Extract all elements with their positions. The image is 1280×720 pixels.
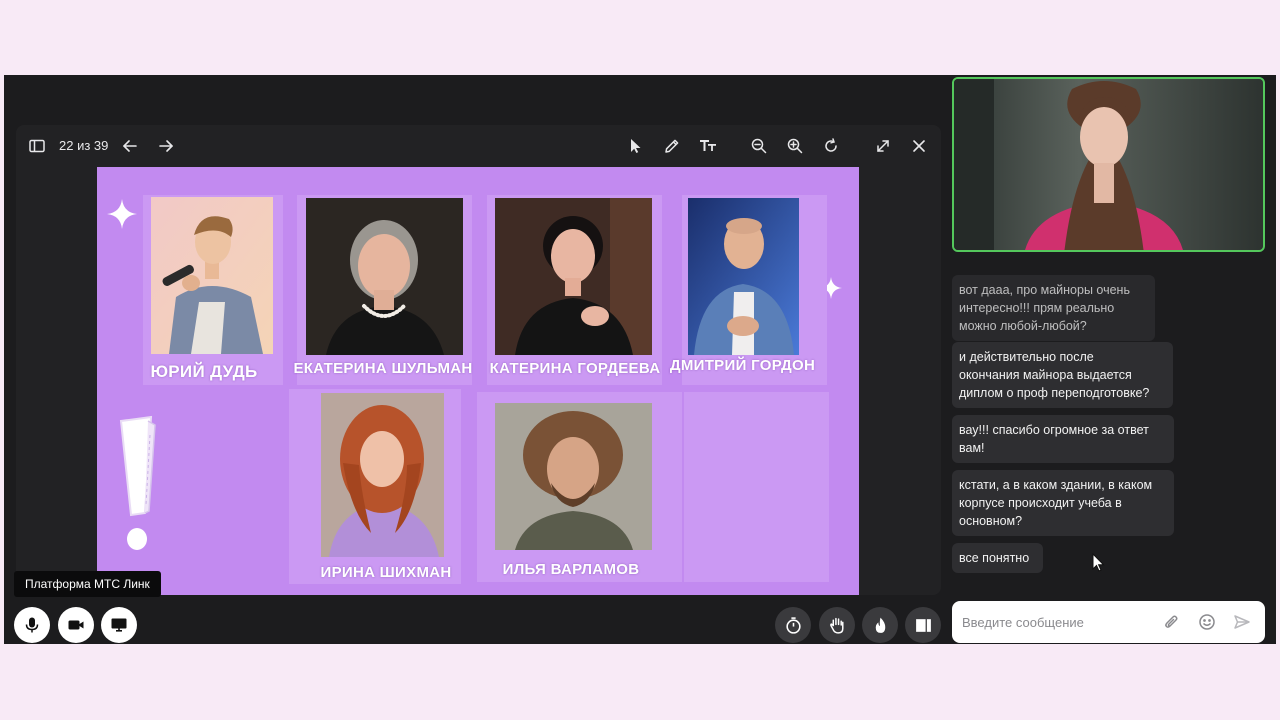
person-name: ЕКАТЕРИНА ШУЛЬМАН [293, 360, 473, 377]
pencil-tool-button[interactable] [660, 135, 684, 157]
chat-message: и действительно после окончания майнора … [952, 342, 1173, 408]
pointer-tool-button[interactable] [623, 135, 647, 157]
previous-slide-button[interactable] [118, 135, 142, 157]
person-photo [495, 403, 652, 550]
person-name: ЮРИЙ ДУДЬ [150, 362, 258, 381]
text-tool-button[interactable] [696, 135, 720, 157]
monitor-icon [111, 618, 127, 632]
person-photo [688, 198, 799, 355]
chat-message: все понятно [952, 543, 1043, 573]
platform-badge: Платформа МТС Линк [14, 571, 161, 597]
paperclip-icon [1165, 615, 1178, 628]
person-photo [306, 198, 463, 355]
conference-window: 22 из 39 ЮРИЙ ДУДЬ ЕКАТЕРИНА ШУЛЬМАН КАТ… [4, 75, 1276, 644]
camera-button[interactable] [58, 607, 94, 643]
participant-video[interactable] [952, 77, 1265, 252]
mouse-cursor-icon [1092, 553, 1105, 572]
chat-message: кстати, а в каком здании, в каком корпус… [952, 470, 1174, 536]
person-card [684, 392, 829, 582]
chat-message: вау!!! спасибо огромное за ответ вам! [952, 415, 1174, 463]
person-photo [495, 198, 652, 355]
hand-icon [829, 617, 844, 634]
layout-icon [915, 618, 931, 632]
smile-icon [1199, 614, 1215, 630]
next-slide-button[interactable] [154, 135, 178, 157]
participant-video-frame [954, 79, 1263, 250]
microphone-icon [25, 617, 39, 633]
camera-icon [68, 620, 84, 630]
person-photo [321, 393, 444, 557]
layout-button[interactable] [905, 607, 941, 643]
send-icon [1234, 615, 1250, 629]
raise-hand-button[interactable] [819, 607, 855, 643]
attach-button[interactable] [1161, 612, 1181, 632]
person-photo [151, 197, 273, 354]
screen-share-button[interactable] [101, 607, 137, 643]
person-name: КАТЕРИНА ГОРДЕЕВА [489, 360, 661, 377]
fullscreen-icon[interactable] [871, 135, 895, 157]
close-icon[interactable] [907, 135, 931, 157]
send-button[interactable] [1232, 612, 1252, 632]
exclamation-decoration [119, 415, 156, 550]
chat-message: вот дааа, про майноры очень интересно!!!… [952, 275, 1155, 341]
message-input-bar [952, 601, 1265, 643]
page-counter: 22 из 39 [59, 138, 109, 153]
microphone-button[interactable] [14, 607, 50, 643]
fire-icon [875, 617, 885, 633]
zoom-in-button[interactable] [783, 135, 807, 157]
viewer-toolbar: 22 из 39 [16, 125, 941, 167]
person-name: ИЛЬЯ ВАРЛАМОВ [502, 561, 640, 578]
person-name: ДМИТРИЙ ГОРДОН [669, 357, 816, 374]
message-input[interactable] [952, 601, 1152, 643]
presentation-slide: ! [97, 167, 859, 595]
timer-button[interactable] [775, 607, 811, 643]
rotate-icon[interactable] [819, 135, 843, 157]
presentation-viewer: 22 из 39 ЮРИЙ ДУДЬ ЕКАТЕРИНА ШУЛЬМАН КАТ… [16, 125, 941, 595]
person-name: ИРИНА ШИХМАН [320, 564, 452, 581]
reactions-button[interactable] [862, 607, 898, 643]
zoom-out-button[interactable] [747, 135, 771, 157]
toggle-sidebar-icon[interactable] [25, 135, 49, 157]
sparkle-icon [107, 199, 137, 229]
stopwatch-icon [785, 616, 801, 634]
emoji-button[interactable] [1197, 612, 1217, 632]
